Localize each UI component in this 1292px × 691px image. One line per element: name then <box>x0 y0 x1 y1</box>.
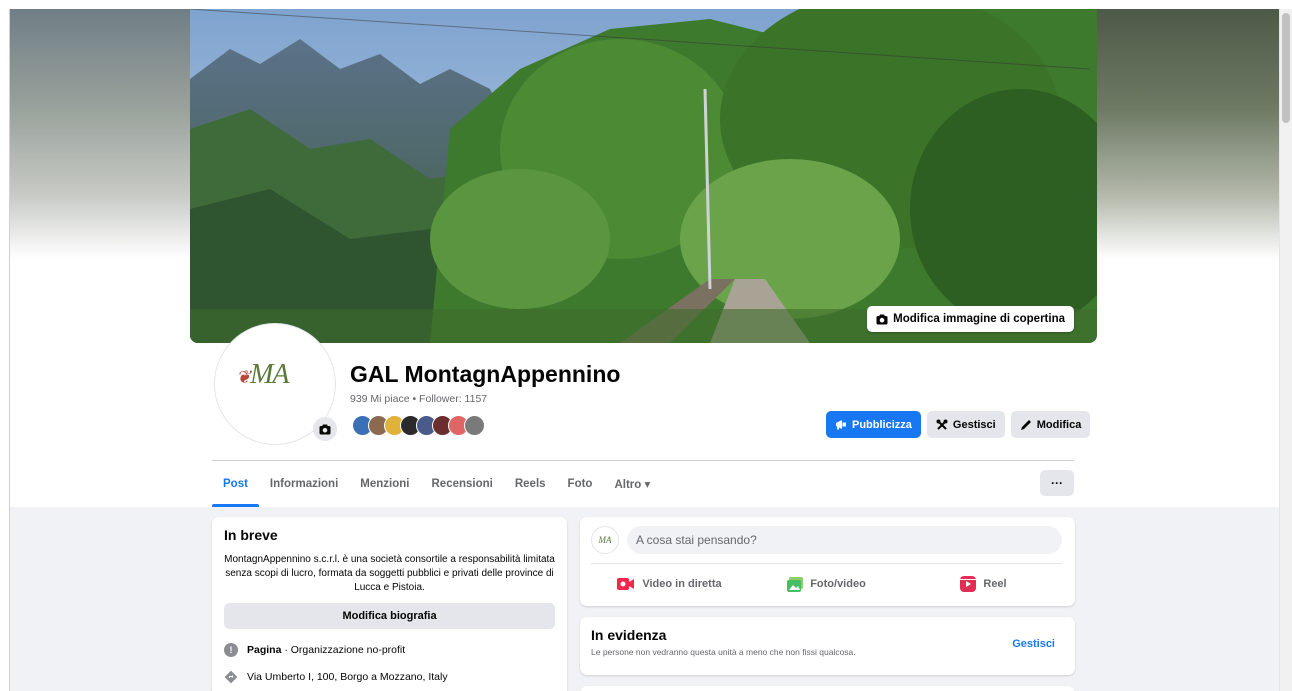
post-input[interactable]: A cosa stai pensando? <box>627 526 1062 554</box>
info-icon: ! <box>224 643 238 657</box>
tools-icon <box>936 419 948 430</box>
photo-video-button[interactable]: Foto/video <box>748 569 905 599</box>
page-category: Pagina · Organizzazione no-profit <box>247 644 406 656</box>
change-photo-button[interactable] <box>313 417 337 441</box>
reel-icon <box>960 576 977 592</box>
page-frame: Modifica immagine di copertina ❦MA GAL M… <box>9 9 1279 691</box>
tab-foto[interactable]: Foto <box>557 461 604 507</box>
cover-landscape-image <box>190 9 1097 343</box>
photo-icon <box>787 576 804 592</box>
composer-actions: Video in diretta Foto/video Reel <box>591 569 1062 599</box>
page-stats[interactable]: 939 Mi piace • Follower: 1157 <box>350 393 487 405</box>
featured-card: In evidenza Le persone non vedranno ques… <box>580 617 1075 675</box>
edit-page-button[interactable]: Modifica <box>1010 411 1091 438</box>
tab-reels[interactable]: Reels <box>504 461 557 507</box>
composer-avatar[interactable]: MA <box>591 526 619 554</box>
edit-cover-label: Modifica immagine di copertina <box>893 313 1065 325</box>
featured-manage-link[interactable]: Gestisci <box>1012 638 1055 650</box>
megaphone-icon <box>836 420 846 430</box>
address-row: Via Umberto I, 100, Borgo a Mozzano, Ita… <box>224 670 555 684</box>
featured-title: In evidenza <box>591 627 667 643</box>
page-category-row: ! Pagina · Organizzazione no-profit <box>224 643 555 657</box>
cover-photo: Modifica immagine di copertina <box>190 9 1097 343</box>
intro-title: In breve <box>224 527 278 543</box>
page-actions: Pubblicizza Gestisci Modifica <box>826 411 1091 438</box>
page-logo: ❦MA <box>236 359 290 390</box>
edit-label: Modifica <box>1036 418 1082 431</box>
composer-divider <box>591 563 1062 564</box>
tab-post[interactable]: Post <box>212 461 259 507</box>
profile-tabs: Post Informazioni Menzioni Recensioni Re… <box>212 461 661 507</box>
intro-card: In breve MontagnAppennino s.c.r.l. è una… <box>212 517 567 691</box>
intro-bio: MontagnAppennino s.c.r.l. è una società … <box>224 554 555 593</box>
scrollbar[interactable] <box>1279 9 1292 691</box>
page-title: GAL MontagnAppennino <box>350 361 621 387</box>
tab-recensioni[interactable]: Recensioni <box>421 461 504 507</box>
directions-icon <box>224 670 238 684</box>
camera-icon <box>319 424 331 434</box>
live-video-label: Video in diretta <box>642 578 722 590</box>
edit-bio-button[interactable]: Modifica biografia <box>224 603 555 629</box>
tab-altro[interactable]: Altro ▾ <box>603 461 661 507</box>
post-composer: MA A cosa stai pensando? Video in dirett… <box>580 517 1075 606</box>
manage-label: Gestisci <box>952 418 996 431</box>
edit-cover-button[interactable]: Modifica immagine di copertina <box>867 306 1074 332</box>
featured-subtitle: Le persone non vedranno questa unità a m… <box>591 647 856 657</box>
live-video-icon <box>617 578 635 590</box>
reel-label: Reel <box>983 578 1007 590</box>
follower-avatars[interactable] <box>352 415 485 436</box>
camera-icon <box>876 314 888 324</box>
promote-button[interactable]: Pubblicizza <box>826 411 921 438</box>
reel-button[interactable]: Reel <box>905 569 1062 599</box>
cover-blur-left <box>10 9 190 259</box>
follower-avatar[interactable] <box>464 415 485 436</box>
tab-informazioni[interactable]: Informazioni <box>259 461 349 507</box>
profile-picture[interactable]: ❦MA <box>215 324 337 444</box>
address-text[interactable]: Via Umberto I, 100, Borgo a Mozzano, Ita… <box>247 671 448 683</box>
live-video-button[interactable]: Video in diretta <box>591 569 748 599</box>
cover-blur-right <box>1097 9 1279 259</box>
pencil-icon <box>1020 419 1031 430</box>
tab-menzioni[interactable]: Menzioni <box>349 461 420 507</box>
more-options-button[interactable]: ··· <box>1040 470 1074 496</box>
promote-label: Pubblicizza <box>852 418 912 431</box>
next-card <box>580 686 1075 691</box>
scroll-thumb[interactable] <box>1282 13 1290 123</box>
manage-button[interactable]: Gestisci <box>926 411 1005 438</box>
photo-video-label: Foto/video <box>810 578 866 590</box>
